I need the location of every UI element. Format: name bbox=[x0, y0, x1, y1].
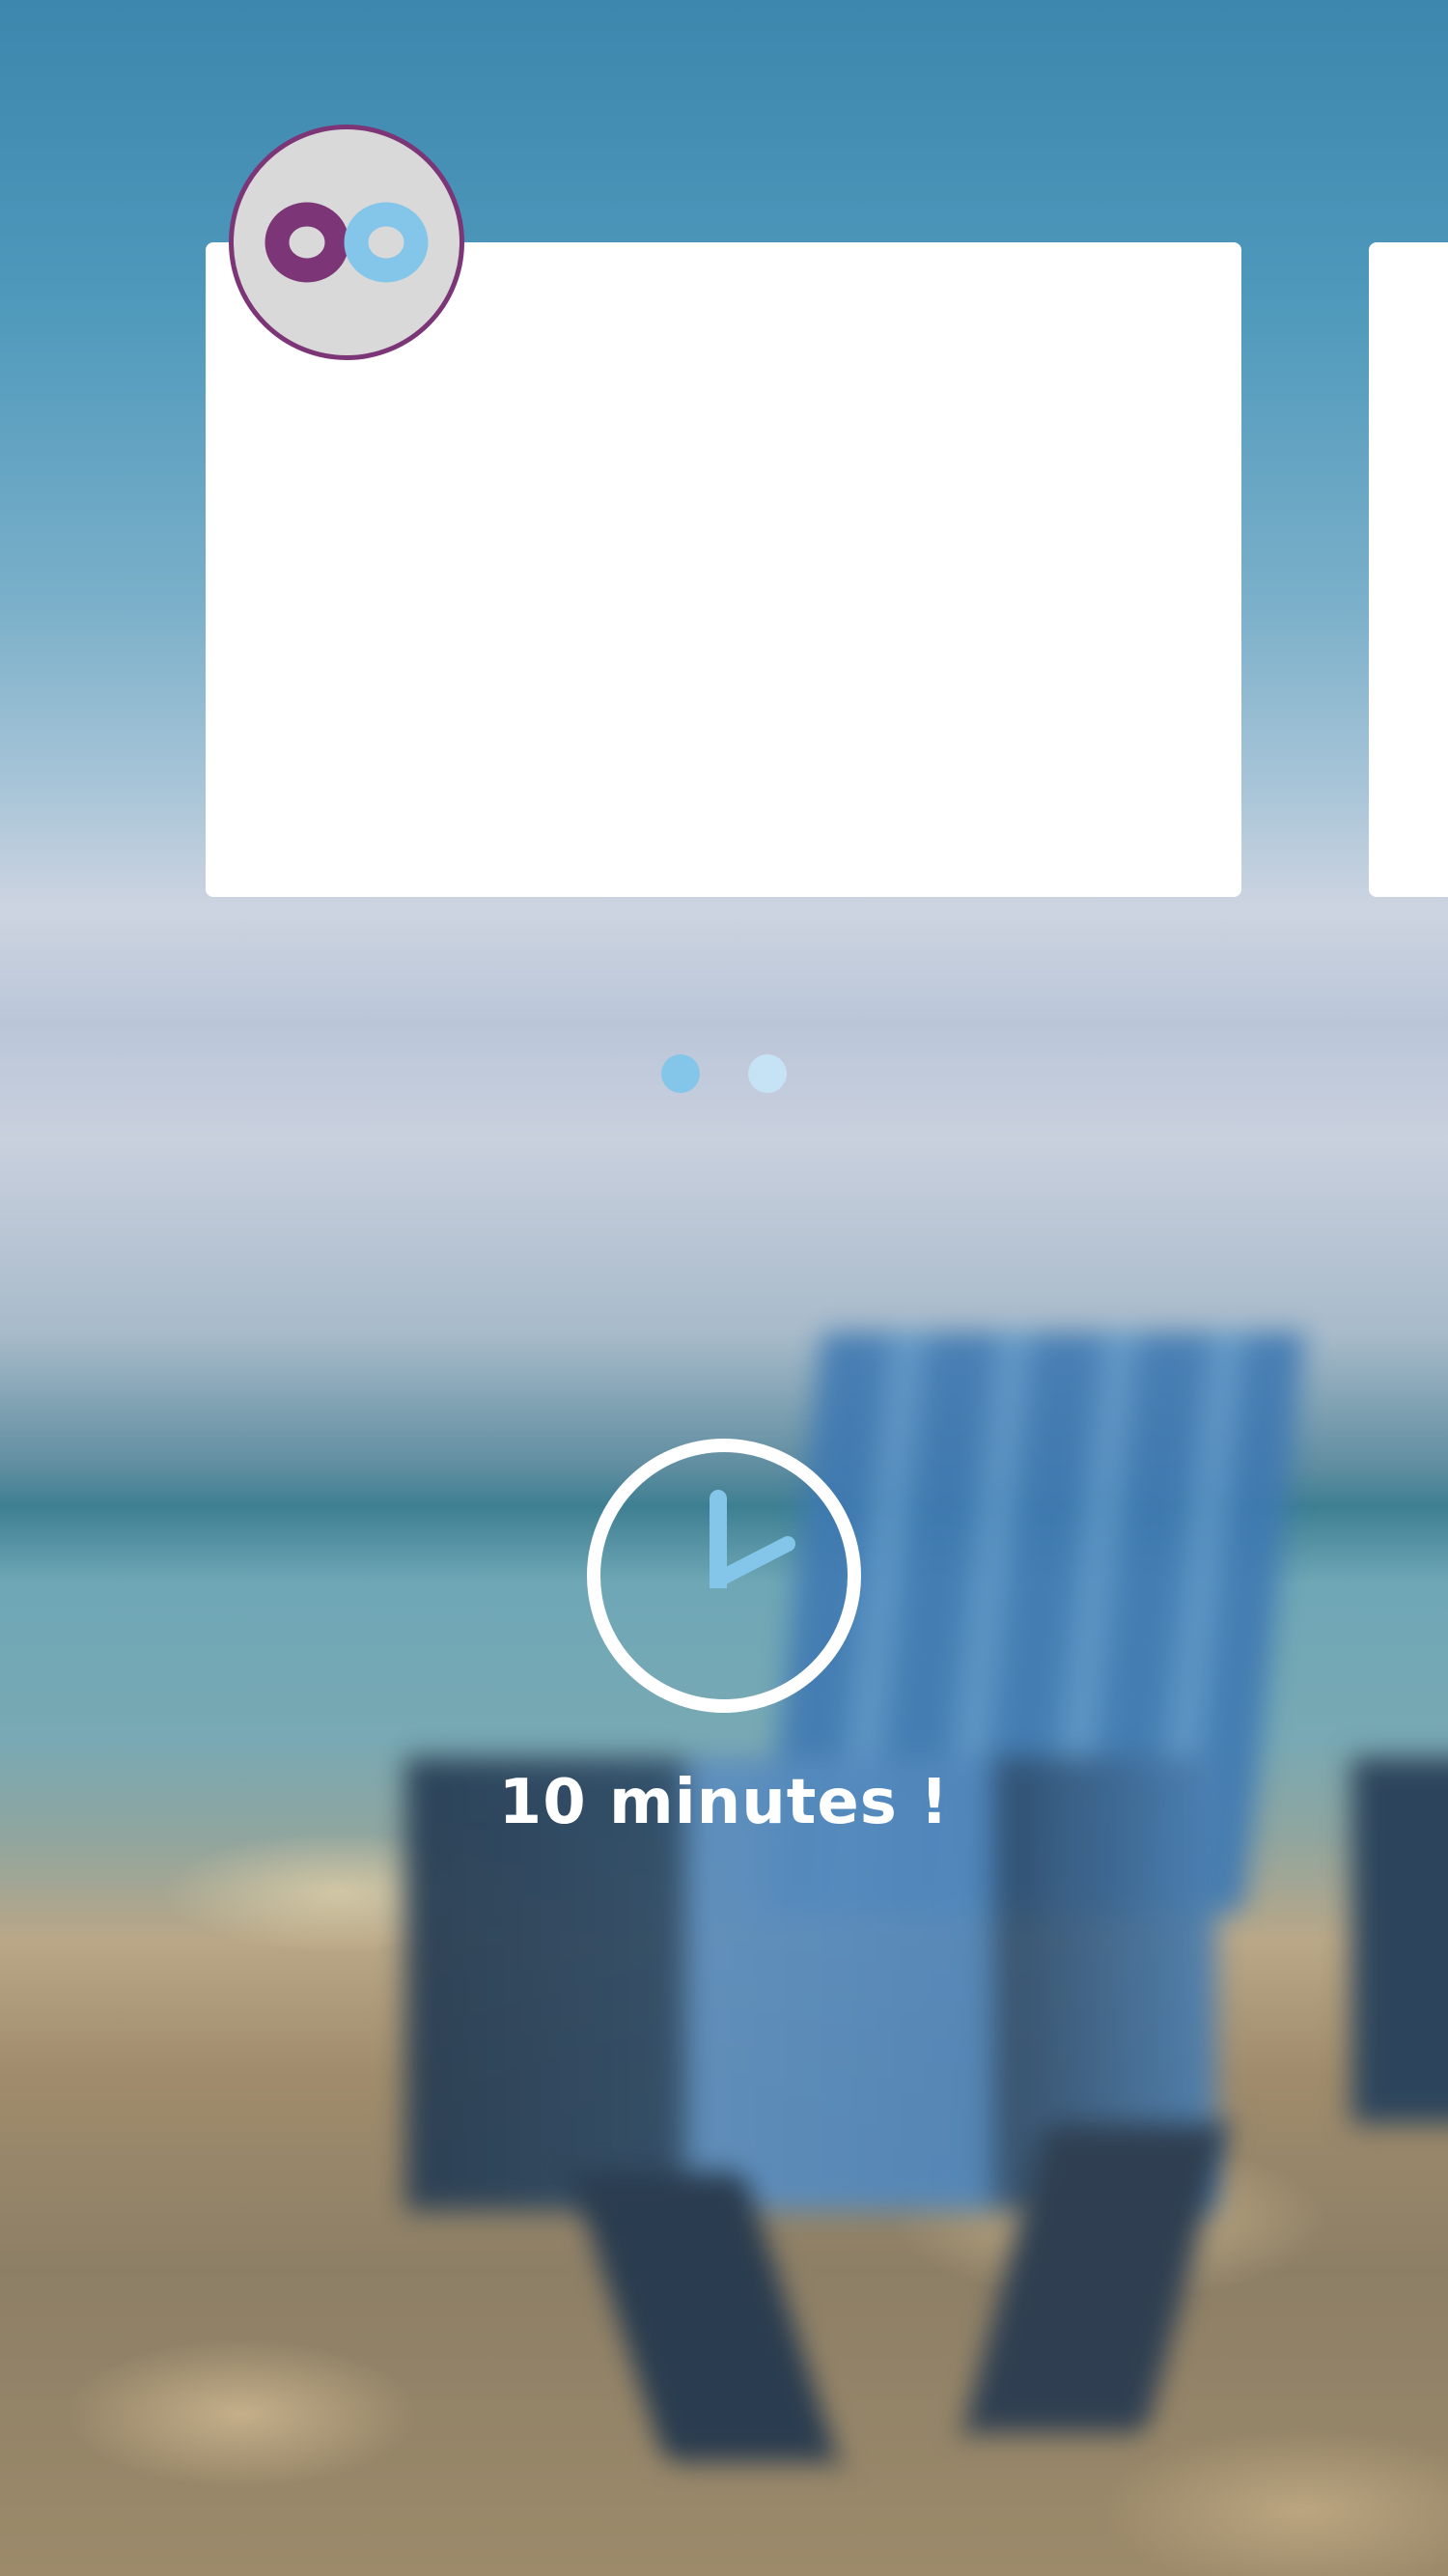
carousel-pagination bbox=[206, 1054, 1241, 1093]
timer-label: 10 minutes ! bbox=[498, 1767, 950, 1838]
screen: 10 minutes ! bbox=[0, 0, 1448, 2576]
background-chair-leg bbox=[571, 2172, 839, 2462]
brand-logo bbox=[229, 125, 464, 360]
pagination-dot[interactable] bbox=[747, 1054, 787, 1093]
clock-icon bbox=[587, 1439, 861, 1713]
pagination-dot-active[interactable] bbox=[660, 1054, 700, 1093]
carousel-card-next[interactable] bbox=[1369, 242, 1448, 897]
brand-logo-icon bbox=[265, 202, 429, 283]
